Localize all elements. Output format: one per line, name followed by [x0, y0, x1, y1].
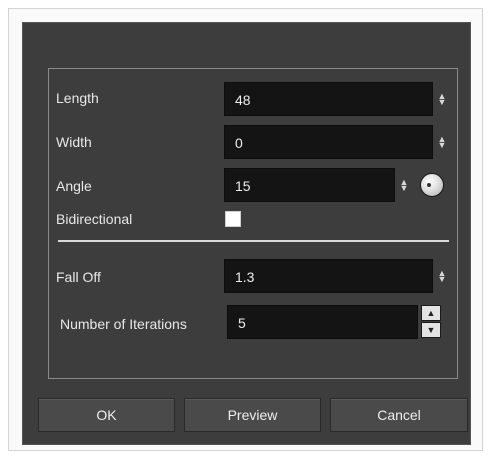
- length-input[interactable]: 48: [224, 82, 433, 116]
- width-spin-arrows-icon[interactable]: ▲ ▼: [437, 135, 447, 150]
- fall-off-spin-arrows-icon[interactable]: ▲ ▼: [437, 269, 447, 284]
- angle-label: Angle: [56, 178, 92, 194]
- iterations-input[interactable]: 5: [227, 305, 418, 339]
- section-divider: [58, 240, 449, 242]
- width-label: Width: [56, 134, 92, 150]
- angle-input[interactable]: 15: [224, 168, 395, 202]
- ok-button[interactable]: OK: [38, 398, 175, 432]
- bidirectional-label: Bidirectional: [56, 211, 133, 227]
- chevron-up-icon[interactable]: ▲: [421, 305, 441, 321]
- angle-spin-arrows-icon[interactable]: ▲ ▼: [399, 178, 409, 193]
- length-label: Length: [56, 90, 99, 106]
- length-spin-arrows-icon[interactable]: ▲ ▼: [437, 92, 447, 107]
- fall-off-label: Fall Off: [56, 269, 101, 285]
- angle-dial-icon[interactable]: [420, 173, 444, 197]
- bidirectional-checkbox[interactable]: [225, 211, 241, 227]
- iterations-label: Number of Iterations: [60, 316, 187, 332]
- preview-button[interactable]: Preview: [184, 398, 321, 432]
- fall-off-input[interactable]: 1.3: [224, 259, 433, 293]
- cancel-button[interactable]: Cancel: [330, 398, 468, 432]
- chevron-down-icon[interactable]: ▼: [421, 322, 441, 338]
- width-input[interactable]: 0: [224, 125, 433, 159]
